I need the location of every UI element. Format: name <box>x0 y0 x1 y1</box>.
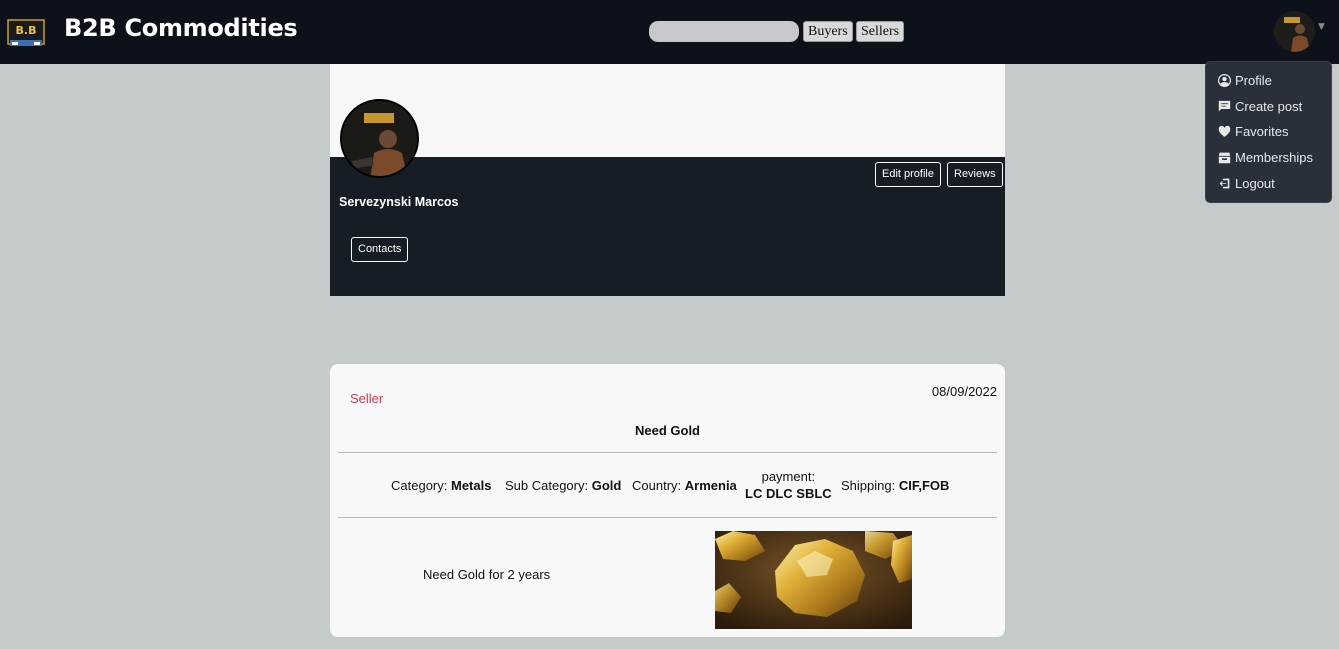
post-subcategory: Sub Category: Gold <box>505 478 621 493</box>
menu-item-favorites[interactable]: Favorites <box>1218 124 1288 139</box>
post-card[interactable]: Seller 08/09/2022 Need Gold Category: Me… <box>330 364 1005 637</box>
user-circle-icon <box>1218 74 1231 87</box>
store-icon <box>1218 152 1231 164</box>
reviews-button[interactable]: Reviews <box>947 162 1003 187</box>
heart-icon <box>1218 125 1231 137</box>
category-label: Category: <box>391 478 448 493</box>
menu-item-memberships[interactable]: Memberships <box>1218 150 1313 165</box>
post-title: Need Gold <box>634 423 700 438</box>
menu-item-label: Favorites <box>1235 124 1289 139</box>
menu-item-logout[interactable]: Logout <box>1218 176 1275 191</box>
subcategory-value: Gold <box>591 478 622 493</box>
post-country: Country: Armenia <box>632 478 737 493</box>
menu-item-label: Create post <box>1235 99 1303 114</box>
post-role-badge: Seller <box>350 391 384 406</box>
post-category: Category: Metals <box>391 478 491 493</box>
post-description: Need Gold for 2 years <box>423 567 551 582</box>
profile-cover <box>330 64 1005 157</box>
menu-item-create-post[interactable]: Create post <box>1218 99 1302 114</box>
divider <box>338 517 997 518</box>
country-value: Armenia <box>684 478 737 493</box>
chevron-down-icon[interactable]: ▼ <box>1318 22 1325 32</box>
category-value: Metals <box>451 478 492 493</box>
profile-name: Servezynski Marcos <box>339 195 459 209</box>
user-avatar[interactable] <box>1274 11 1315 52</box>
search-input[interactable] <box>649 21 799 42</box>
menu-item-label: Profile <box>1235 73 1272 88</box>
message-icon <box>1218 100 1231 112</box>
divider <box>338 452 997 453</box>
brand-logo[interactable]: B.B <box>6 14 46 50</box>
payment-label: payment: <box>761 469 816 484</box>
post-date: 08/09/2022 <box>931 384 997 399</box>
edit-profile-button[interactable]: Edit profile <box>875 162 941 187</box>
subcategory-label: Sub Category: <box>505 478 589 493</box>
menu-item-label: Memberships <box>1235 150 1314 165</box>
brand-title[interactable]: B2B Commodities <box>64 14 298 42</box>
logout-icon <box>1219 178 1230 189</box>
gold-nugget-image <box>715 531 912 629</box>
shipping-value: CIF,FOB <box>898 478 950 493</box>
country-label: Country: <box>632 478 682 493</box>
post-payment: payment: LC DLC SBLC <box>745 468 832 502</box>
profile-avatar <box>340 99 419 178</box>
user-dropdown-menu: Profile Create post Favorites Membership… <box>1205 61 1332 203</box>
shipping-label: Shipping: <box>841 478 896 493</box>
sellers-button[interactable]: Sellers <box>856 21 905 42</box>
payment-value: LC DLC SBLC <box>745 486 832 501</box>
menu-item-label: Logout <box>1235 176 1275 191</box>
post-shipping: Shipping: CIF,FOB <box>841 478 949 493</box>
menu-item-profile[interactable]: Profile <box>1218 73 1272 88</box>
contacts-button[interactable]: Contacts <box>351 237 409 262</box>
top-navbar: B.B B2B Commodities Buyers Sellers ▼ <box>0 0 1339 64</box>
logo-text: B.B <box>16 24 37 37</box>
buyers-button[interactable]: Buyers <box>803 21 853 42</box>
